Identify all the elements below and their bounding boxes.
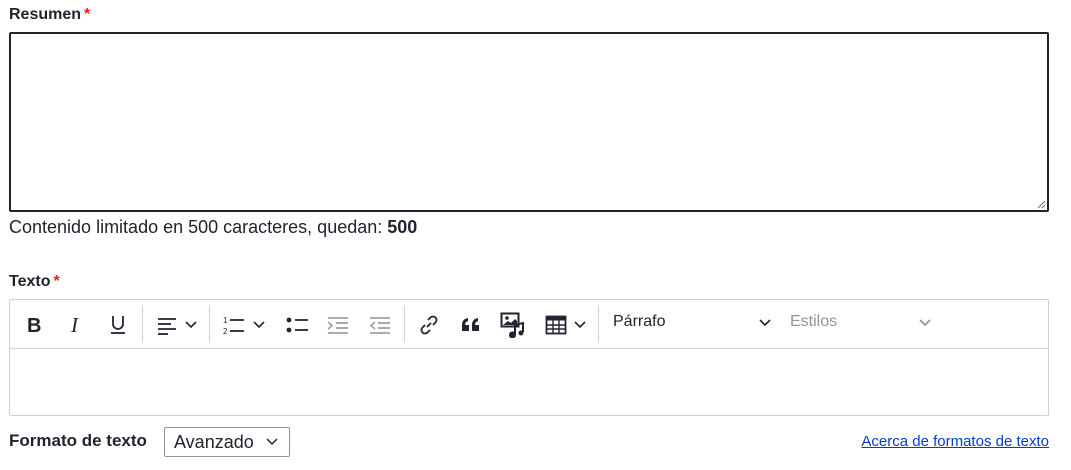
toolbar-separator [142, 305, 143, 343]
underline-button[interactable] [104, 309, 132, 341]
svg-text:1: 1 [223, 316, 228, 325]
remaining-count: 500 [387, 217, 418, 237]
table-icon [545, 315, 567, 335]
summary-textarea[interactable] [9, 32, 1049, 212]
editor-content-area[interactable] [10, 349, 1048, 415]
required-marker: * [84, 6, 91, 23]
toolbar-separator [404, 305, 405, 343]
svg-text:B: B [27, 315, 41, 335]
chevron-down-icon [574, 321, 586, 329]
outdent-button[interactable] [365, 309, 395, 341]
chevron-down-icon [266, 438, 278, 446]
toolbar-separator [598, 305, 599, 343]
align-left-icon [158, 318, 176, 335]
indent-icon [327, 317, 348, 334]
heading-dropdown-value: Párrafo [613, 313, 666, 330]
text-format-selected: Avanzado [174, 431, 254, 452]
alignment-dropdown[interactable] [152, 309, 202, 341]
blockquote-icon [462, 318, 479, 331]
text-format-select[interactable]: Avanzado [164, 427, 290, 457]
bulleted-list-button[interactable] [282, 309, 312, 341]
styles-dropdown[interactable]: Estilos [784, 306, 934, 342]
svg-text:I: I [70, 315, 79, 335]
bold-icon: B [27, 315, 41, 335]
outdent-icon [369, 317, 390, 334]
underline-icon [111, 316, 125, 334]
text-label: Texto * [9, 273, 60, 290]
insert-table-dropdown[interactable] [540, 309, 592, 341]
styles-dropdown-placeholder: Estilos [790, 313, 838, 330]
bold-button[interactable]: B [20, 309, 48, 341]
chevron-down-icon [253, 321, 265, 329]
character-counter: Contenido limitado en 500 caracteres, qu… [9, 217, 418, 237]
heading-dropdown[interactable]: Párrafo [606, 306, 774, 342]
chevron-down-icon [919, 319, 931, 327]
bulleted-list-icon [286, 317, 308, 333]
insert-media-button[interactable] [498, 309, 528, 341]
media-icon [500, 312, 524, 338]
summary-label: Resumen * [9, 6, 91, 23]
about-text-formats-link[interactable]: Acerca de formatos de texto [861, 433, 1049, 450]
blockquote-button[interactable] [456, 309, 486, 341]
required-marker: * [53, 273, 60, 290]
rich-text-editor[interactable]: B I 1 2 Párrafo Estilos [9, 299, 1049, 416]
toolbar-separator [209, 305, 210, 343]
link-button[interactable] [414, 309, 444, 341]
numbered-list-dropdown[interactable]: 1 2 [218, 309, 270, 341]
editor-toolbar: B I 1 2 Párrafo Estilos [10, 300, 1048, 349]
resize-grip-icon[interactable] [1036, 199, 1046, 209]
chevron-down-icon [185, 321, 197, 329]
numbered-list-icon: 1 2 [223, 316, 244, 336]
text-format-label: Formato de texto [9, 431, 147, 450]
link-icon [420, 315, 438, 335]
indent-button[interactable] [323, 309, 353, 341]
svg-text:2: 2 [223, 327, 228, 336]
italic-icon: I [70, 315, 79, 335]
chevron-down-icon [759, 319, 771, 327]
italic-button[interactable]: I [62, 309, 90, 341]
